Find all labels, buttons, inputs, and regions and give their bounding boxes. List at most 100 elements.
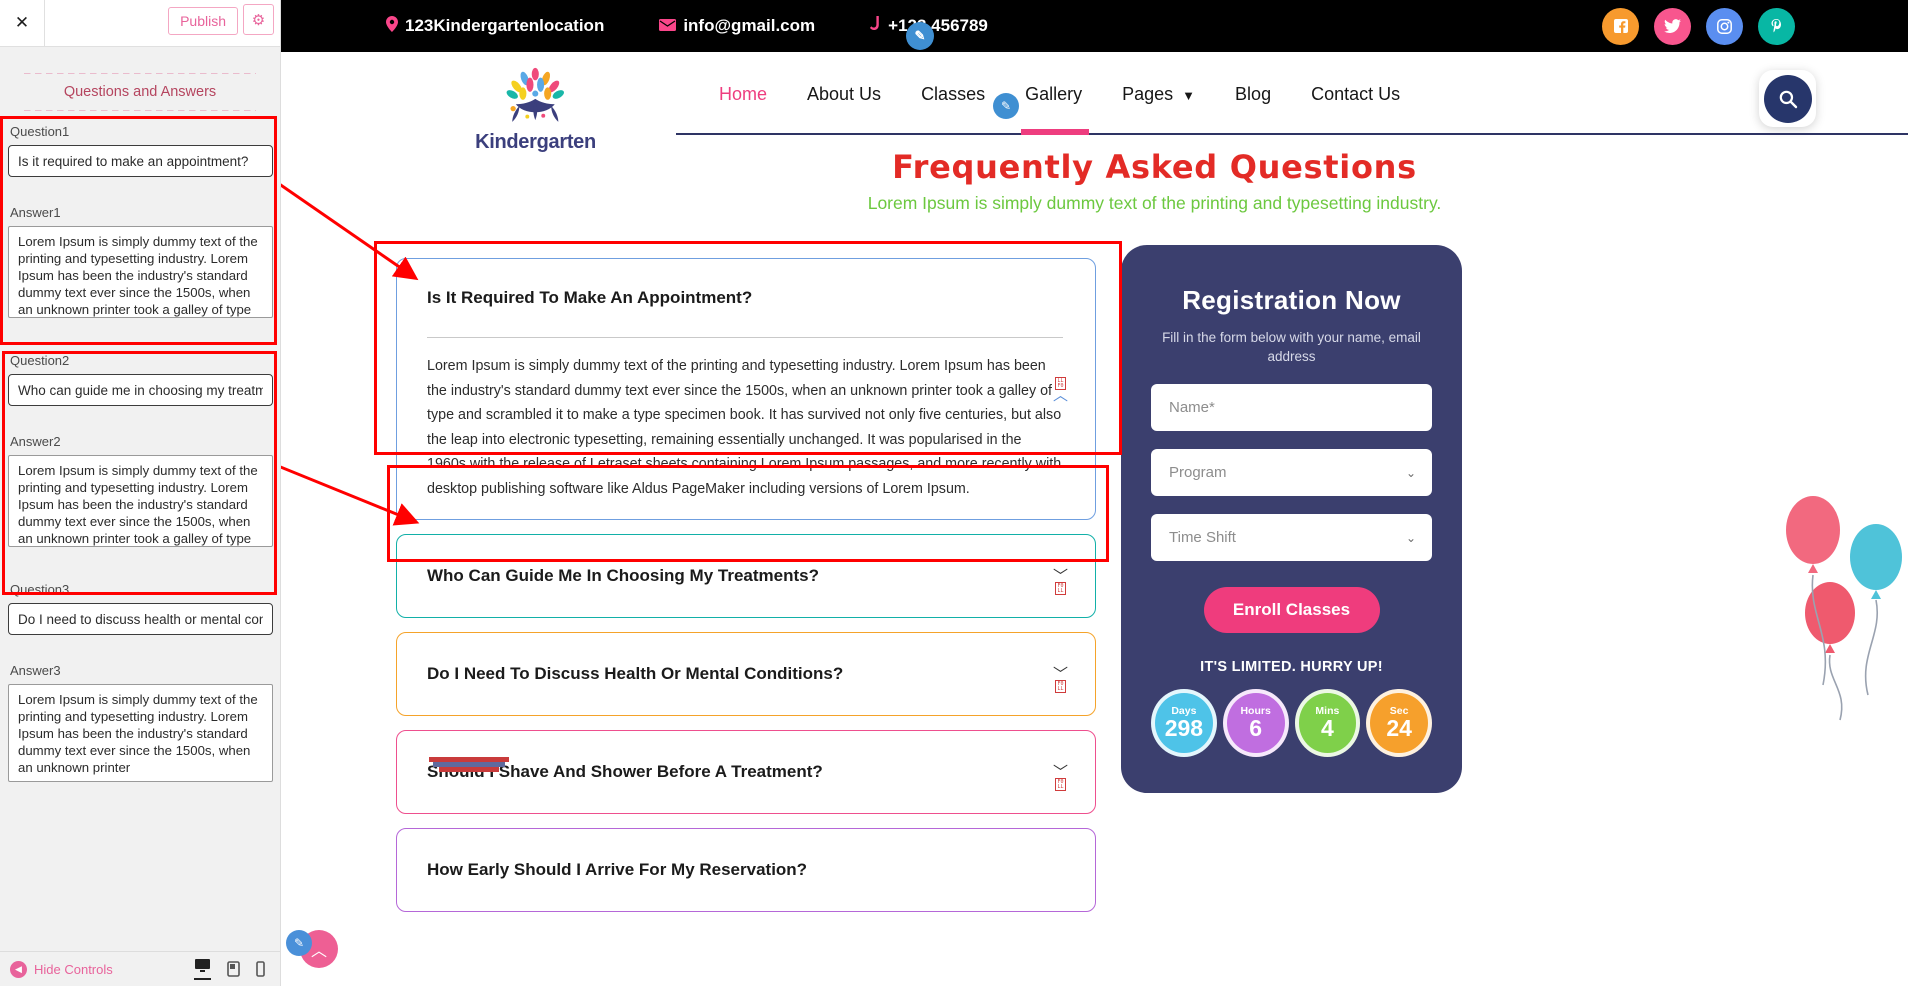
enroll-classes-button[interactable]: Enroll Classes [1203, 587, 1380, 634]
active-nav-underline [1021, 129, 1089, 135]
name-field[interactable]: Name* [1151, 384, 1432, 432]
pinterest-icon[interactable] [1758, 7, 1795, 45]
faq-header-5[interactable]: How Early Should I Arrive For My Reserva… [397, 829, 1095, 911]
questions-answers-section-header: Questions and Answers [24, 73, 256, 111]
nav-item-gallery[interactable]: Gallery [1025, 84, 1082, 108]
facebook-icon[interactable] [1602, 7, 1639, 45]
missing-glyph-icon: F0 LL [1054, 680, 1066, 694]
topbar-location[interactable]: 123Kindergartenlocation [386, 16, 604, 36]
timeshift-placeholder: Time Shift [1169, 529, 1236, 547]
faq-body-1: Lorem Ipsum is simply dummy text of the … [397, 337, 1095, 519]
site-topbar: 123Kindergartenlocation info@gmail.com +… [281, 0, 1908, 52]
program-placeholder: Program [1169, 464, 1227, 482]
topbar-location-text: 123Kindergartenlocation [405, 16, 605, 35]
chevron-down-icon: ▼ [1182, 88, 1196, 103]
question1-input[interactable] [8, 145, 273, 177]
chevron-up-icon: ︿ [1052, 387, 1068, 405]
edit-pencil-icon-editor[interactable]: ✎ [286, 930, 312, 956]
desktop-icon[interactable] [194, 958, 211, 980]
faq-header-2[interactable]: Who Can Guide Me In Choosing My Treatmen… [397, 535, 1095, 617]
nav-item-blog[interactable]: Blog [1235, 84, 1271, 108]
nav-item-home[interactable]: Home [719, 84, 767, 108]
tablet-icon[interactable] [227, 961, 240, 980]
program-select[interactable]: Program ⌄ [1151, 449, 1432, 497]
countdown-days-value: 298 [1164, 714, 1204, 741]
faq-item-5[interactable]: How Early Should I Arrive For My Reserva… [396, 828, 1096, 913]
nav-item-about-us[interactable]: About Us [807, 84, 881, 108]
back-arrow-icon: ◀ [10, 960, 27, 978]
envelope-icon [659, 18, 677, 35]
books-decoration [429, 753, 509, 775]
faq-header-1[interactable]: Is It Required To Make An Appointment? L… [397, 259, 1095, 403]
editor-bottom-bar: ◀ Hide Controls [0, 951, 280, 986]
tofu-bottom: LL [1057, 685, 1064, 692]
faq-accordion-list: Is It Required To Make An Appointment? L… [396, 258, 1096, 926]
faq-question-5: How Early Should I Arrive For My Reserva… [427, 860, 808, 880]
edit-pencil-icon-topbar[interactable]: ✎ [906, 22, 934, 50]
tree-logo-icon [506, 67, 565, 122]
faq-toggle-4[interactable]: ﹀ F0 LL [1053, 765, 1068, 792]
hide-controls-button[interactable]: ◀ Hide Controls [10, 960, 113, 978]
device-preview-switcher [194, 958, 271, 980]
close-icon[interactable]: ✕ [0, 0, 45, 46]
nav-item-pages[interactable]: Pages ▼ [1122, 84, 1195, 108]
nav-item-contact-us[interactable]: Contact Us [1311, 84, 1400, 108]
answer2-label: Answer2 [10, 434, 61, 449]
faq-toggle-2[interactable]: ﹀ F0 LL [1052, 568, 1068, 596]
question2-input[interactable] [8, 374, 273, 406]
answer1-textarea[interactable] [8, 226, 273, 318]
countdown-mins-value: 4 [1320, 714, 1334, 741]
editor-fields: Question1 Answer1 Question2 Answer2 Ques… [0, 124, 280, 787]
faq-toggle-1[interactable]: LL F0 ︿ [1052, 377, 1068, 405]
instagram-icon[interactable] [1706, 7, 1743, 45]
registration-title: Registration Now [1182, 285, 1401, 315]
site-logo[interactable]: Kindergarten [473, 67, 598, 154]
missing-glyph-icon: F0 LL [1054, 582, 1066, 596]
name-placeholder: Name* [1169, 399, 1215, 417]
twitter-icon[interactable] [1654, 7, 1691, 45]
site-header: Kindergarten Home About Us Classes Galle… [281, 52, 1908, 153]
edit-pencil-icon-nav[interactable]: ✎ [993, 93, 1019, 119]
search-button[interactable] [1759, 70, 1816, 127]
countdown-sec-value: 24 [1386, 714, 1412, 741]
faq-answer-1: Lorem Ipsum is simply dummy text of the … [427, 358, 1062, 497]
chevron-down-icon: ⌄ [1405, 530, 1416, 545]
gear-icon[interactable]: ⚙ [243, 4, 274, 35]
topbar-email[interactable]: info@gmail.com [659, 16, 815, 36]
nav-item-classes[interactable]: Classes [921, 84, 985, 108]
countdown-timer: Days 298 Hours 6 Mins 4 Sec 24 [1151, 689, 1432, 758]
topbar-phone-text: +123 456789 [888, 16, 988, 35]
publish-button[interactable]: Publish [168, 7, 238, 35]
registration-subtitle: Fill in the form below with your name, e… [1162, 330, 1421, 365]
faq-question-2: Who Can Guide Me In Choosing My Treatmen… [427, 566, 819, 586]
registration-card: Registration Now Fill in the form below … [1121, 245, 1462, 793]
faq-item-3[interactable]: Do I Need To Discuss Health Or Mental Co… [396, 632, 1096, 717]
website-preview: 123Kindergartenlocation info@gmail.com +… [281, 0, 1908, 986]
phone-icon [870, 16, 881, 36]
social-links [1602, 7, 1795, 45]
faq-header-3[interactable]: Do I Need To Discuss Health Or Mental Co… [397, 633, 1095, 715]
faq-toggle-3[interactable]: ﹀ F0 LL [1052, 666, 1068, 694]
question3-label: Question3 [10, 582, 70, 597]
answer3-label: Answer3 [10, 663, 61, 678]
faq-divider [427, 337, 1063, 338]
section-heading-label: Questions and Answers [63, 84, 217, 100]
chevron-down-icon: ﹀ [1052, 666, 1068, 684]
countdown-hours-value: 6 [1249, 714, 1263, 741]
tofu-bottom: LL [1057, 783, 1064, 790]
timeshift-select[interactable]: Time Shift ⌄ [1151, 514, 1432, 562]
answer3-textarea[interactable] [8, 684, 273, 782]
faq-question-1: Is It Required To Make An Appointment? [427, 288, 753, 307]
faq-item-2[interactable]: Who Can Guide Me In Choosing My Treatmen… [396, 534, 1096, 619]
question3-input[interactable] [8, 603, 273, 635]
faq-item-1[interactable]: Is It Required To Make An Appointment? L… [396, 258, 1096, 521]
page-editor-panel: ✕ Publish ⚙ Questions and Answers Questi… [0, 0, 281, 986]
main-navigation: Home About Us Classes Gallery Pages ▼ Bl… [719, 84, 1400, 108]
tofu-bottom: LL [1057, 587, 1064, 594]
search-icon [1763, 74, 1812, 123]
chevron-down-icon: ﹀ [1052, 568, 1068, 586]
nav-item-pages-label: Pages [1122, 84, 1174, 104]
answer2-textarea[interactable] [8, 455, 273, 547]
countdown-hours: Hours 6 [1222, 689, 1289, 758]
mobile-icon[interactable] [256, 961, 265, 980]
